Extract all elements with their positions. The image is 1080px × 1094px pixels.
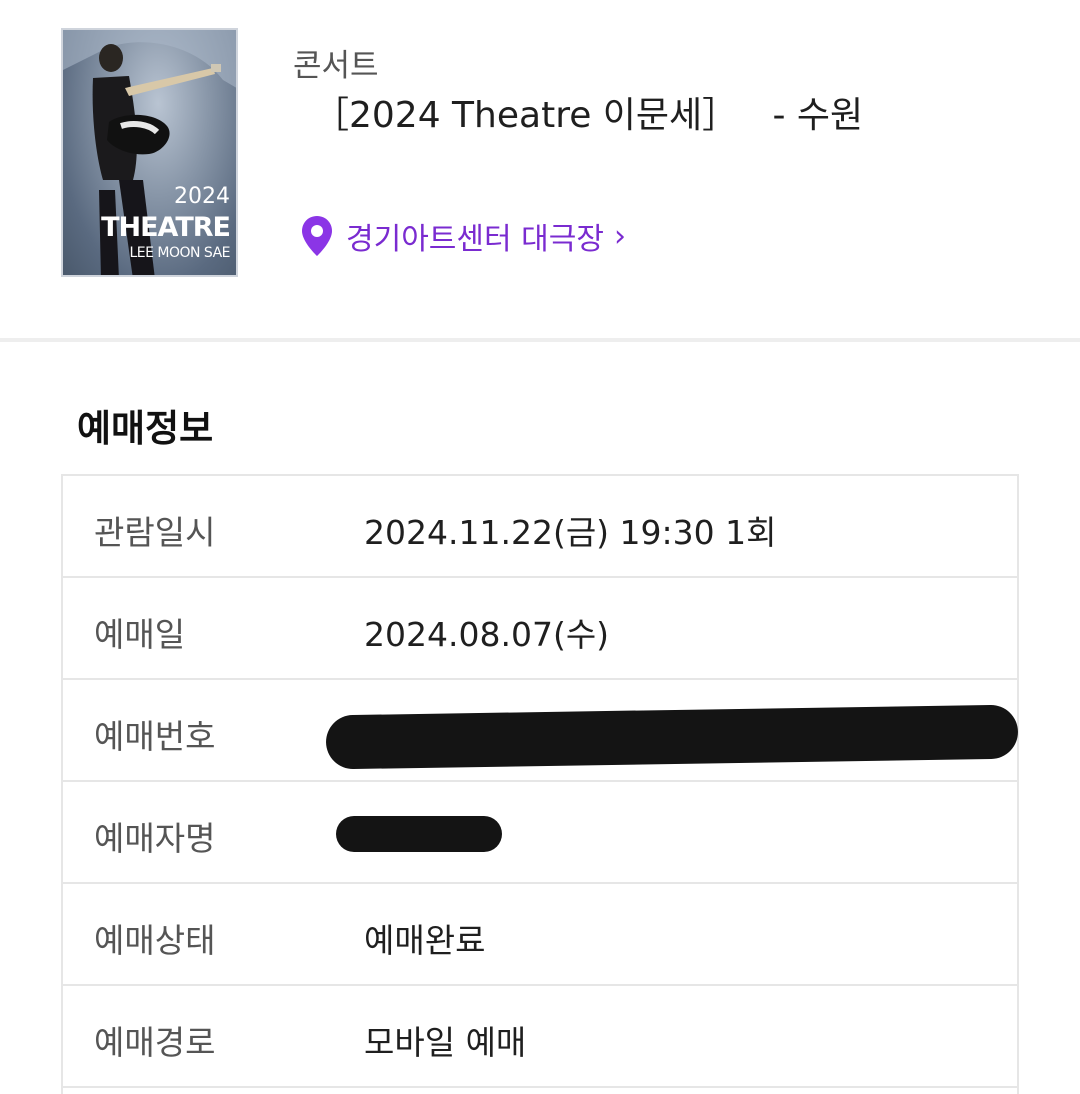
row-value: 모바일 예매 (364, 1023, 527, 1062)
row-value: 2024.11.22(금) 19:30 1회 (364, 513, 777, 552)
venue-name: 경기아트센터 대극장 (346, 222, 604, 257)
event-header: 2024 THEATRE LEE MOON SAE 콘서트 ［2024 Thea… (0, 0, 1080, 338)
location-pin-icon (302, 216, 332, 256)
row-label: 관람일시 (94, 513, 216, 552)
event-poster[interactable]: 2024 THEATRE LEE MOON SAE (61, 28, 238, 277)
row-label: 예매자명 (94, 819, 216, 858)
event-title: ［2024 Theatre 이문세］ - 수원 (313, 95, 864, 136)
status-value: 예매완료 (364, 921, 486, 960)
venue-link[interactable]: 경기아트센터 대극장 › (300, 214, 626, 258)
row-value: 2024.08.07(수) (364, 615, 610, 654)
booking-info-title: 예매정보 (77, 407, 214, 450)
table-row-booker-name: 예매자명 (63, 782, 1017, 884)
redaction-mark (325, 704, 1019, 770)
row-label: 예매번호 (94, 717, 216, 756)
poster-year: 2024 (174, 184, 230, 209)
table-row-view-datetime: 관람일시 2024.11.22(금) 19:30 1회 (63, 476, 1017, 578)
table-row-booking-channel: 예매경로 모바일 예매 (63, 986, 1017, 1088)
event-category: 콘서트 (293, 48, 379, 84)
row-label: 예매경로 (94, 1023, 216, 1062)
poster-title: THEATRE (101, 212, 231, 243)
redaction-mark (336, 816, 502, 852)
table-row-booking-date: 예매일 2024.08.07(수) (63, 578, 1017, 680)
booking-info-table: 관람일시 2024.11.22(금) 19:30 1회 예매일 2024.08.… (61, 474, 1019, 1094)
row-label: 예매상태 (94, 921, 216, 960)
table-row-booking-status: 예매상태 예매완료 (63, 884, 1017, 986)
chevron-right-icon: › (613, 218, 626, 254)
poster-subtitle: LEE MOON SAE (129, 245, 230, 261)
section-divider (0, 338, 1080, 342)
table-row-booking-number: 예매번호 (63, 680, 1019, 782)
row-label: 예매일 (94, 615, 186, 654)
